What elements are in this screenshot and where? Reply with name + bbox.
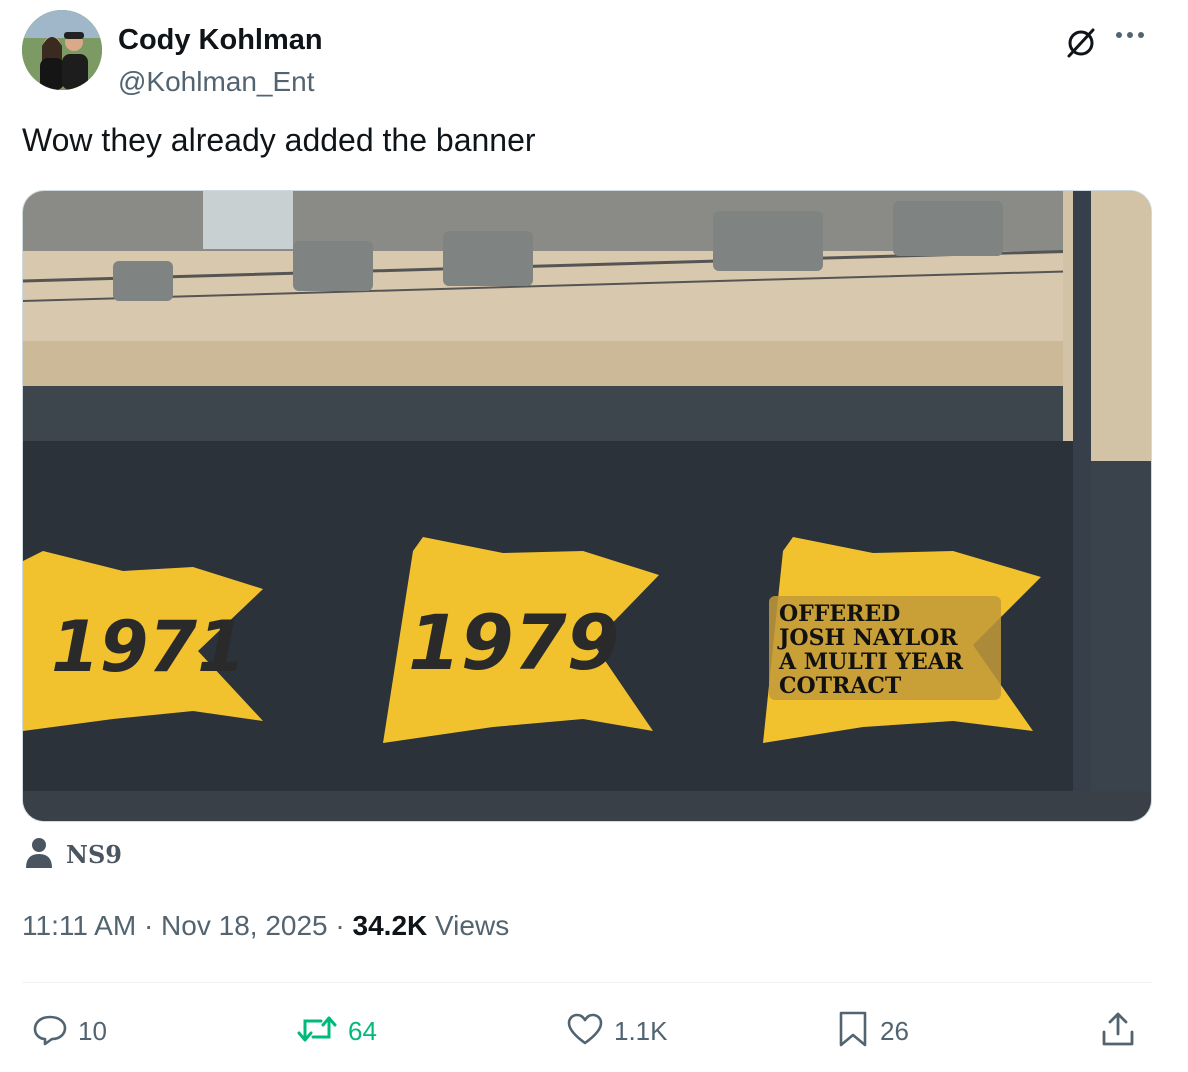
grok-icon[interactable] (1064, 26, 1098, 60)
share-button[interactable] (1100, 1006, 1136, 1056)
tweet-header: Cody Kohlman @Kohlman_Ent (22, 10, 1162, 97)
bookmark-button[interactable]: 26 (836, 1006, 909, 1056)
like-count: 1.1K (614, 1015, 668, 1046)
reply-count: 10 (78, 1015, 107, 1046)
share-icon (1100, 1010, 1136, 1053)
banner-year: 1971 (51, 606, 246, 688)
views-label: Views (435, 910, 510, 941)
reply-icon (32, 1011, 68, 1052)
separator: · (335, 910, 345, 941)
person-icon (24, 836, 54, 873)
more-icon[interactable] (1114, 22, 1146, 42)
avatar[interactable] (22, 10, 102, 90)
separator: · (143, 910, 154, 941)
retweet-icon (296, 1011, 338, 1052)
overlay-line: A MULTI YEAR (778, 649, 964, 675)
tweet-meta: 11:11 AM · Nov 18, 2025 · 34.2K Views (22, 910, 509, 942)
bookmark-icon (836, 1010, 870, 1053)
views-count: 34.2K (352, 910, 428, 941)
tweet-text: Wow they already added the banner (22, 122, 536, 158)
handle[interactable]: @Kohlman_Ent (118, 66, 315, 98)
display-name[interactable]: Cody Kohlman (118, 24, 323, 57)
action-bar: 10 64 1.1K 26 (22, 1006, 1152, 1056)
tweet-date[interactable]: Nov 18, 2025 (161, 910, 328, 941)
retweet-button[interactable]: 64 (296, 1006, 377, 1056)
tweet-media[interactable]: 1971 1979 OFFERED JOSH NAYLOR A MULTI YE… (22, 190, 1152, 822)
tweet-time[interactable]: 11:11 AM (22, 910, 136, 941)
reply-button[interactable]: 10 (32, 1006, 107, 1056)
overlay-line: COTRACT (779, 673, 902, 699)
heart-icon (566, 1011, 604, 1052)
overlay-line: JOSH NAYLOR (777, 625, 958, 651)
like-button[interactable]: 1.1K (566, 1006, 668, 1056)
retweet-count: 64 (348, 1015, 377, 1046)
banner-year: 1979 (408, 598, 620, 687)
divider (22, 982, 1152, 983)
overlay-line: OFFERED (779, 601, 900, 627)
credit-label: NS9 (66, 839, 122, 869)
media-credit[interactable]: NS9 (24, 834, 122, 874)
bookmark-count: 26 (880, 1015, 909, 1046)
